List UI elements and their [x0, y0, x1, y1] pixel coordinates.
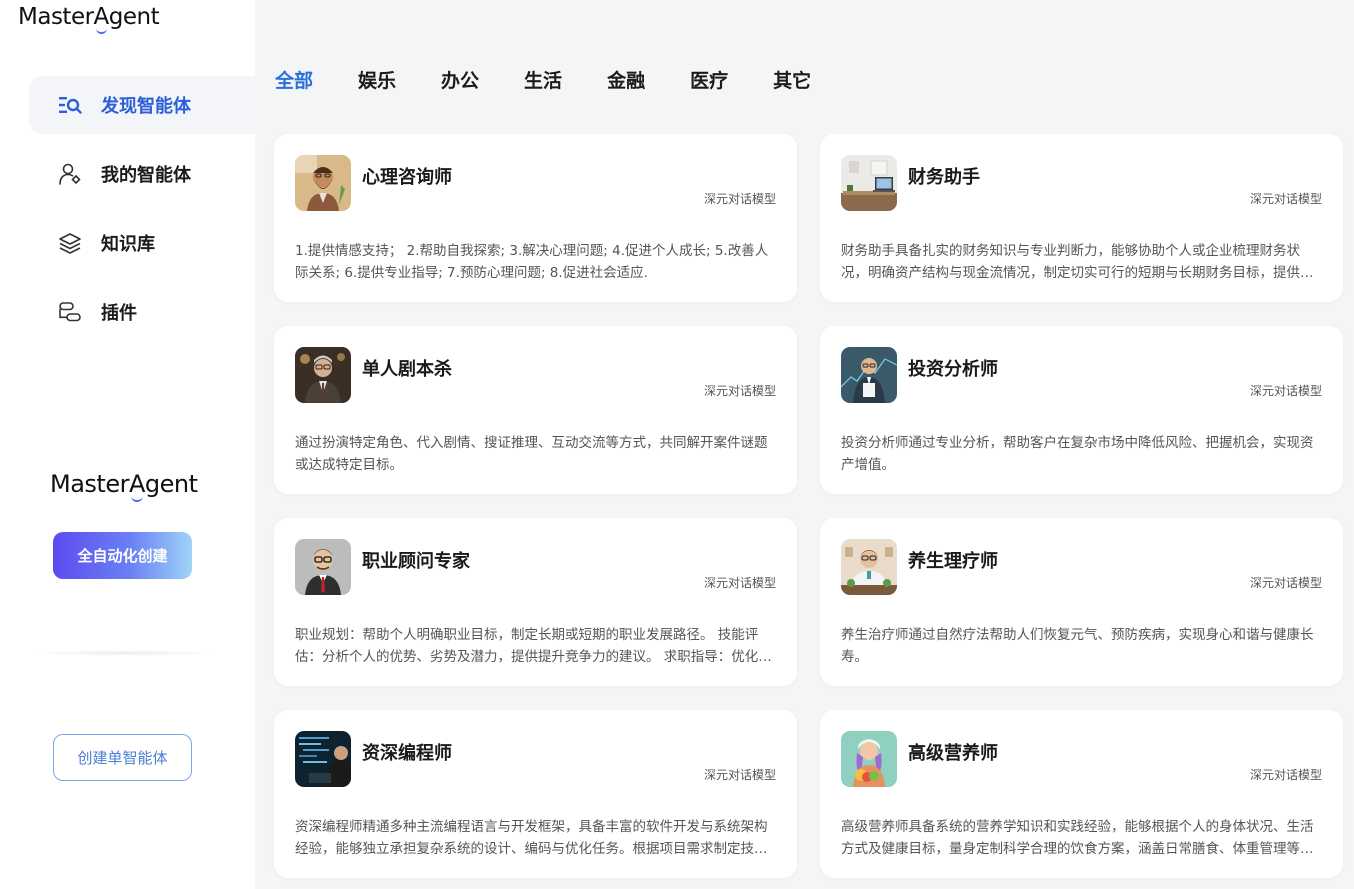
- sidebar-nav: 发现智能体 我的智能体 知识库 插件: [29, 76, 255, 352]
- agent-title: 单人剧本杀: [362, 359, 452, 380]
- agent-model-tag: 深元对话模型: [703, 576, 776, 590]
- agent-model-tag: 深元对话模型: [703, 768, 776, 782]
- sidebar-item-label: 发现智能体: [101, 96, 191, 117]
- agent-model-tag: 深元对话模型: [1249, 768, 1322, 782]
- agent-avatar-detective-icon: [295, 347, 351, 403]
- agent-model-tag: 深元对话模型: [1249, 192, 1322, 206]
- agent-description: 通过扮演特定角色、代入剧情、搜证推理、互动交流等方式，共同解开案件谜题或达成特定…: [295, 435, 768, 473]
- brand-logo-secondary: MasterAgent: [50, 470, 198, 502]
- logo-text-master: Master: [18, 4, 94, 30]
- agent-model-tag: 深元对话模型: [1249, 576, 1322, 590]
- agent-title: 职业顾问专家: [362, 551, 470, 572]
- logo-text-gent: gent: [144, 470, 198, 498]
- agent-description: 财务助手具备扎实的财务知识与专业判断力，能够协助个人或企业梳理财务状况，明确资产…: [841, 243, 1314, 281]
- agent-card-investment-analyst[interactable]: 投资分析师 深元对话模型 投资分析师通过专业分析，帮助客户在复杂市场中降低风险、…: [820, 326, 1343, 494]
- agent-card-senior-programmer[interactable]: 资深编程师 深元对话模型 资深编程师精通多种主流编程语言与开发框架，具备丰富的软…: [274, 710, 797, 878]
- brand-logo[interactable]: MasterAgent: [18, 4, 160, 34]
- agent-card-murder-mystery[interactable]: 单人剧本杀 深元对话模型 通过扮演特定角色、代入剧情、搜证推理、互动交流等方式，…: [274, 326, 797, 494]
- agent-avatar-analyst-icon: [841, 347, 897, 403]
- agent-avatar-therapist-icon: [841, 539, 897, 595]
- agent-description: 职业规划：帮助个人明确职业目标，制定长期或短期的职业发展路径。 技能评估：分析个…: [295, 627, 772, 665]
- plugin-icon: [57, 299, 83, 325]
- agent-avatar-programmer-icon: [295, 731, 351, 787]
- logo-text-a: A: [128, 470, 145, 502]
- agent-model-tag: 深元对话模型: [703, 384, 776, 398]
- sidebar-item-label: 知识库: [101, 234, 155, 255]
- tab-all[interactable]: 全部: [275, 66, 313, 93]
- discover-search-icon: [57, 92, 83, 118]
- sidebar-item-discover[interactable]: 发现智能体: [29, 76, 255, 134]
- user-agent-icon: [57, 161, 83, 187]
- tab-medical[interactable]: 医疗: [690, 66, 728, 93]
- sidebar-item-my-agents[interactable]: 我的智能体: [29, 145, 255, 203]
- agent-title: 心理咨询师: [362, 167, 452, 188]
- sidebar-divider: [30, 650, 220, 656]
- agent-title: 投资分析师: [908, 359, 998, 380]
- sidebar-item-knowledge-base[interactable]: 知识库: [29, 214, 255, 272]
- agent-description: 资深编程师精通多种主流编程语言与开发框架，具备丰富的软件开发与系统架构经验，能够…: [295, 819, 768, 857]
- agent-description: 养生治疗师通过自然疗法帮助人们恢复元气、预防疾病，实现身心和谐与健康长寿。: [841, 627, 1314, 665]
- agent-title: 高级营养师: [908, 743, 998, 764]
- agent-avatar-nutritionist-icon: [841, 731, 897, 787]
- agent-card-career-advisor[interactable]: 职业顾问专家 深元对话模型 职业规划：帮助个人明确职业目标，制定长期或短期的职业…: [274, 518, 797, 686]
- logo-text-master: Master: [50, 470, 129, 498]
- category-tabs: 全部 娱乐 办公 生活 金融 医疗 其它: [275, 66, 856, 93]
- sidebar-item-label: 我的智能体: [101, 165, 191, 186]
- sidebar-item-label: 插件: [101, 303, 137, 324]
- agent-model-tag: 深元对话模型: [703, 192, 776, 206]
- tab-other[interactable]: 其它: [773, 66, 811, 93]
- agent-description: 高级营养师具备系统的营养学知识和实践经验，能够根据个人的身体状况、生活方式及健康…: [841, 819, 1314, 857]
- sidebar-item-plugins[interactable]: 插件: [29, 283, 255, 341]
- sidebar: MasterAgent 发现智能体 我的智能体 知识库 插件 MasterAge…: [0, 0, 255, 889]
- agent-description: 1.提供情感支持； 2.帮助自我探索; 3.解决心理问题; 4.促进个人成长; …: [295, 243, 769, 281]
- agent-title: 财务助手: [908, 167, 980, 188]
- tab-entertainment[interactable]: 娱乐: [358, 66, 396, 93]
- create-single-agent-button[interactable]: 创建单智能体: [53, 734, 192, 781]
- agent-avatar-psychologist-icon: [295, 155, 351, 211]
- auto-create-button[interactable]: 全自动化创建: [53, 532, 192, 579]
- logo-text-gent: gent: [108, 4, 160, 30]
- agent-description: 投资分析师通过专业分析，帮助客户在复杂市场中降低风险、把握机会，实现资产增值。: [841, 435, 1314, 473]
- agent-avatar-finance-icon: [841, 155, 897, 211]
- logo-text-a: A: [93, 4, 109, 34]
- tab-finance[interactable]: 金融: [607, 66, 645, 93]
- agent-card-finance-assistant[interactable]: 财务助手 深元对话模型 财务助手具备扎实的财务知识与专业判断力，能够协助个人或企…: [820, 134, 1343, 302]
- agent-card-wellness-therapist[interactable]: 养生理疗师 深元对话模型 养生治疗师通过自然疗法帮助人们恢复元气、预防疾病，实现…: [820, 518, 1343, 686]
- agent-model-tag: 深元对话模型: [1249, 384, 1322, 398]
- layers-icon: [57, 230, 83, 256]
- agent-title: 养生理疗师: [908, 551, 998, 572]
- tab-office[interactable]: 办公: [441, 66, 479, 93]
- agent-card-senior-nutritionist[interactable]: 高级营养师 深元对话模型 高级营养师具备系统的营养学知识和实践经验，能够根据个人…: [820, 710, 1343, 878]
- tab-life[interactable]: 生活: [524, 66, 562, 93]
- agent-card-psychologist[interactable]: 心理咨询师 深元对话模型 1.提供情感支持； 2.帮助自我探索; 3.解决心理问…: [274, 134, 797, 302]
- agent-avatar-career-icon: [295, 539, 351, 595]
- agent-title: 资深编程师: [362, 743, 452, 764]
